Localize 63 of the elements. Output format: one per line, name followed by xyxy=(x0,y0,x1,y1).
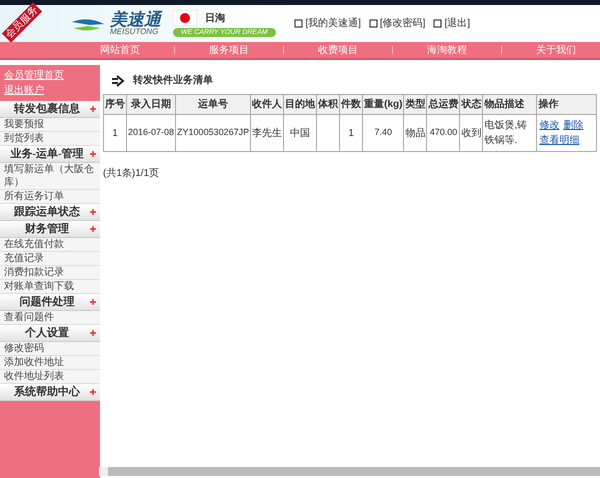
plus-icon[interactable] xyxy=(90,389,96,395)
table-cell: 收到 xyxy=(460,114,483,152)
sidebar-item[interactable]: 添加收件地址 xyxy=(0,356,100,370)
logo-text: 美速通 xyxy=(110,11,161,28)
plus-icon[interactable] xyxy=(90,209,96,215)
sidebar-item[interactable]: 充值记录 xyxy=(0,252,100,266)
column-header: 总运费 xyxy=(426,94,460,114)
sidebar-section-header[interactable]: 系统帮助中心 xyxy=(0,384,100,401)
plus-icon[interactable] xyxy=(90,226,96,232)
table-cell: 李先生 xyxy=(250,114,284,152)
table-cell: 2016-07-08 xyxy=(126,114,176,152)
sidebar-section-header[interactable]: 财务管理 xyxy=(0,221,100,238)
plus-icon[interactable] xyxy=(90,330,96,336)
sidebar-item[interactable]: 消费扣款记录 xyxy=(0,266,100,280)
column-header: 重量(kg) xyxy=(362,94,404,114)
logo-subtext: MEISUTONG xyxy=(110,28,160,36)
column-header: 状态 xyxy=(460,94,483,114)
sidebar-item[interactable]: 收件地址列表 xyxy=(0,370,100,384)
table-cell: 物品 xyxy=(404,114,427,152)
column-header: 收件人 xyxy=(250,94,284,114)
double-arrow-icon xyxy=(111,74,125,86)
page-title: 转发快件业务清单 xyxy=(133,74,213,88)
pagination-text: (共1条)1/1页 xyxy=(103,166,160,181)
sidebar-section-header[interactable]: 转发包裹信息 xyxy=(0,101,100,118)
plus-icon[interactable] xyxy=(90,299,96,305)
sidebar-item[interactable]: 所有运务订单 xyxy=(0,190,100,204)
flag-icon xyxy=(173,10,197,26)
column-header: 运单号 xyxy=(176,94,251,114)
column-header: 类型 xyxy=(404,94,427,114)
table-cell: ZY1000530267JP xyxy=(176,114,251,152)
header-link[interactable]: [修改密码] xyxy=(380,16,426,31)
table-cell: 1 xyxy=(104,114,126,152)
header-link[interactable]: [退出] xyxy=(444,16,470,31)
column-header: 物品描述 xyxy=(482,94,537,114)
sidebar-section-header[interactable]: 问题件处理 xyxy=(0,294,100,311)
action-link[interactable]: 修改 xyxy=(539,118,560,133)
table-cell: 电饭煲,铸铁锅等. xyxy=(482,114,537,152)
sidebar-item[interactable]: 修改密码 xyxy=(0,342,100,356)
column-header: 目的地 xyxy=(284,94,317,114)
plus-icon[interactable] xyxy=(90,106,96,112)
column-header: 操作 xyxy=(536,94,596,114)
sidebar-section-header[interactable]: 业务-运单-管理 xyxy=(0,146,100,163)
sidebar-item[interactable]: 查看问题件 xyxy=(0,311,100,325)
sidebar-section-header[interactable]: 个人设置 xyxy=(0,325,100,342)
sidebar-item[interactable]: 到货列表 xyxy=(0,132,100,146)
sidebar-item[interactable]: 在线充值付款 xyxy=(0,238,100,252)
sidebar-item[interactable]: 对账单查询下载 xyxy=(0,280,100,294)
column-header: 序号 xyxy=(104,94,126,114)
column-header: 录入日期 xyxy=(126,94,176,114)
sidebar-item[interactable]: 填写新运单（大阪仓库） xyxy=(0,163,100,190)
action-link[interactable]: 删除 xyxy=(563,118,584,133)
region-label: 日淘 xyxy=(205,12,225,26)
header-link[interactable]: [我的美速通] xyxy=(305,16,361,31)
plus-icon[interactable] xyxy=(90,151,96,157)
action-link[interactable]: 查看明细 xyxy=(539,133,580,148)
table-cell: 1 xyxy=(340,114,363,152)
column-header: 件数 xyxy=(340,94,363,114)
column-header: 体积 xyxy=(316,94,340,114)
sidebar-item[interactable]: 我要预报 xyxy=(0,118,100,132)
table-cell: 7.40 xyxy=(362,114,404,152)
table-cell: 470.00 xyxy=(426,114,460,152)
table-cell: 中国 xyxy=(284,114,317,152)
sidebar-section-header[interactable]: 跟踪运单状态 xyxy=(0,204,100,221)
